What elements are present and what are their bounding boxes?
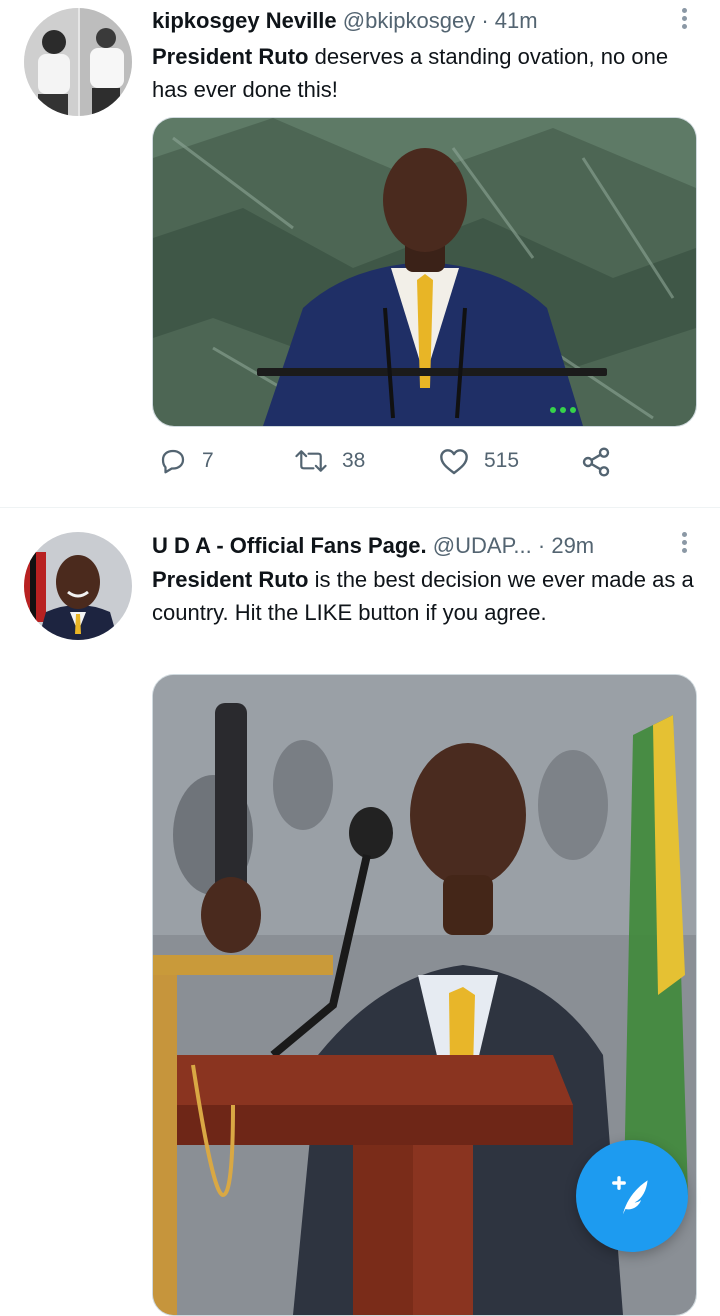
more-vertical-icon[interactable] xyxy=(680,8,688,32)
reply-icon xyxy=(161,449,185,474)
tweet-header: kipkosgey Neville @bkipkosgey · 41m xyxy=(152,6,670,36)
reply-count: 7 xyxy=(202,449,214,472)
avatar[interactable] xyxy=(24,532,132,640)
tweet-text-bold: President Ruto xyxy=(152,44,309,69)
retweet-button[interactable]: 38 xyxy=(294,446,365,476)
separator-dot: · xyxy=(537,533,546,558)
user-handle[interactable]: @UDAP... xyxy=(433,533,532,558)
avatar-image xyxy=(24,8,132,116)
compose-tweet-icon xyxy=(612,1176,648,1215)
more-vertical-icon[interactable] xyxy=(680,532,688,556)
tweet-text-bold: President Ruto xyxy=(152,567,309,592)
compose-tweet-button[interactable] xyxy=(576,1140,688,1252)
separator-dot: · xyxy=(481,8,489,33)
user-handle[interactable]: @bkipkosgey xyxy=(343,8,475,33)
tweet-text: President Ruto deserves a standing ovati… xyxy=(152,40,702,106)
avatar-image xyxy=(24,532,132,640)
retweet-icon xyxy=(295,450,327,472)
tweet-header: U D A - Official Fans Page. @UDAP... · 2… xyxy=(152,531,670,561)
reply-button[interactable]: 7 xyxy=(158,446,214,476)
tweet-actions: 7 38 515 xyxy=(152,446,622,486)
tweet-time[interactable]: 29m xyxy=(551,533,594,558)
tweet-1[interactable]: kipkosgey Neville @bkipkosgey · 41m Pres… xyxy=(0,0,720,506)
tweet-time[interactable]: 41m xyxy=(495,8,538,33)
display-name[interactable]: kipkosgey Neville xyxy=(152,8,337,33)
heart-icon xyxy=(440,449,468,475)
tweet-photo-speaker-podium xyxy=(153,118,696,426)
share-button[interactable] xyxy=(580,446,612,478)
tweet-text: President Ruto is the best decision we e… xyxy=(152,563,702,629)
tweet-image[interactable] xyxy=(152,117,697,427)
retweet-count: 38 xyxy=(342,449,366,472)
avatar[interactable] xyxy=(24,8,132,116)
like-button[interactable]: 515 xyxy=(438,446,519,476)
share-icon xyxy=(582,447,610,477)
display-name[interactable]: U D A - Official Fans Page. xyxy=(152,533,427,558)
like-count: 515 xyxy=(484,449,520,472)
